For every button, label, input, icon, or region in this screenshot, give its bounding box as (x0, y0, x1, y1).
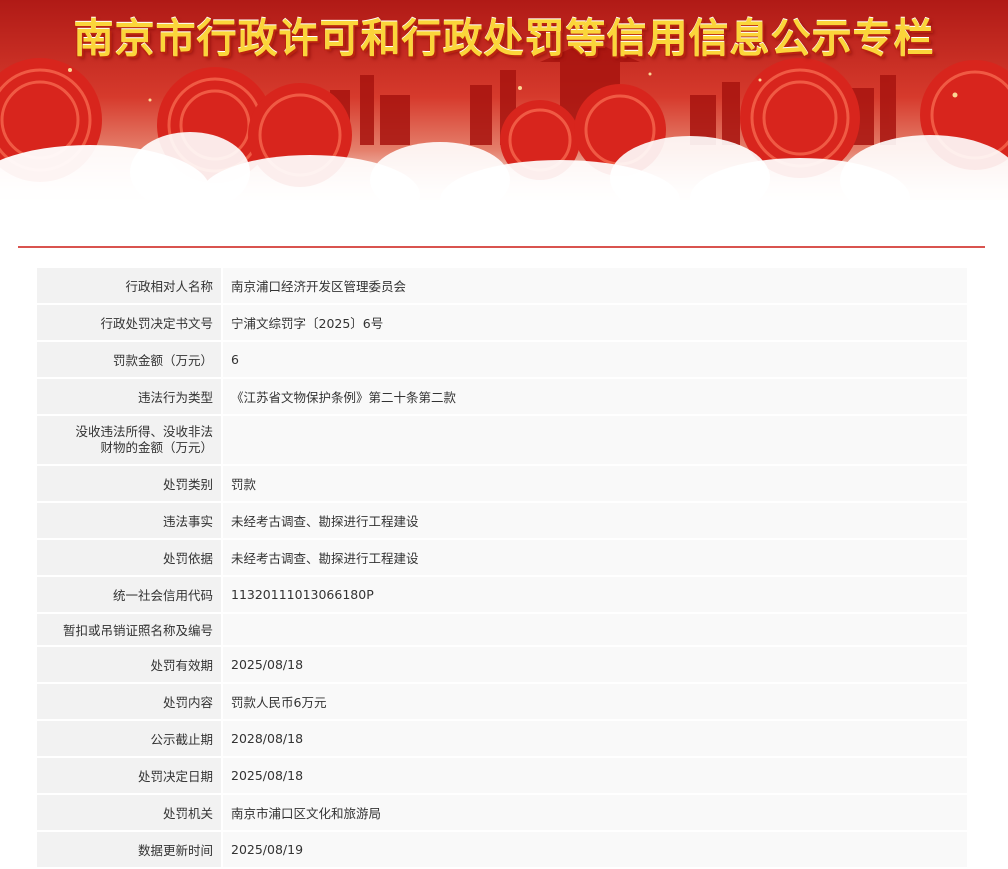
table-row: 处罚有效期 2025/08/18 (35, 645, 969, 684)
field-value: 未经考古调查、勘探进行工程建设 (221, 501, 969, 540)
field-label: 罚款金额（万元） (35, 340, 223, 379)
field-value: 2025/08/18 (221, 756, 969, 795)
penalty-info-table: 行政相对人名称 南京浦口经济开发区管理委员会 行政处罚决定书文号 宁浦文综罚字〔… (35, 266, 969, 869)
field-label: 暂扣或吊销证照名称及编号 (35, 612, 223, 647)
table-row: 处罚内容 罚款人民币6万元 (35, 682, 969, 721)
banner-title: 南京市行政许可和行政处罚等信用信息公示专栏 (73, 16, 935, 62)
table-row: 数据更新时间 2025/08/19 (35, 830, 969, 869)
table-row: 处罚决定日期 2025/08/18 (35, 756, 969, 795)
field-label-line: 财物的金额（万元） (100, 440, 213, 455)
field-value: 2025/08/19 (221, 830, 969, 869)
field-label: 数据更新时间 (35, 830, 223, 869)
field-label: 违法行为类型 (35, 377, 223, 416)
field-label: 处罚内容 (35, 682, 223, 721)
field-label: 行政相对人名称 (35, 266, 223, 305)
field-label: 处罚有效期 (35, 645, 223, 684)
table-row: 暂扣或吊销证照名称及编号 (35, 612, 969, 647)
table-row: 处罚类别 罚款 (35, 464, 969, 503)
table-row: 行政相对人名称 南京浦口经济开发区管理委员会 (35, 266, 969, 305)
field-label: 处罚决定日期 (35, 756, 223, 795)
section-divider (18, 246, 985, 248)
field-value: 未经考古调查、勘探进行工程建设 (221, 538, 969, 577)
field-label: 统一社会信用代码 (35, 575, 223, 614)
field-value (221, 414, 969, 466)
field-label: 处罚类别 (35, 464, 223, 503)
field-value: 南京浦口经济开发区管理委员会 (221, 266, 969, 305)
field-value: 2025/08/18 (221, 645, 969, 684)
field-label: 违法事实 (35, 501, 223, 540)
table-row: 违法事实 未经考古调查、勘探进行工程建设 (35, 501, 969, 540)
field-value: 宁浦文综罚字〔2025〕6号 (221, 303, 969, 342)
field-label: 处罚机关 (35, 793, 223, 832)
field-value: 南京市浦口区文化和旅游局 (221, 793, 969, 832)
field-value (221, 612, 969, 647)
field-label: 处罚依据 (35, 538, 223, 577)
field-label: 行政处罚决定书文号 (35, 303, 223, 342)
table-row: 罚款金额（万元） 6 (35, 340, 969, 379)
field-label: 公示截止期 (35, 719, 223, 758)
table-row: 统一社会信用代码 11320111013066180P (35, 575, 969, 614)
table-row: 违法行为类型 《江苏省文物保护条例》第二十条第二款 (35, 377, 969, 416)
field-value: 罚款人民币6万元 (221, 682, 969, 721)
table-row: 行政处罚决定书文号 宁浦文综罚字〔2025〕6号 (35, 303, 969, 342)
header-banner: 南京市行政许可和行政处罚等信用信息公示专栏 (0, 0, 1008, 215)
table-row: 没收违法所得、没收非法 财物的金额（万元） (35, 414, 969, 466)
field-value: 2028/08/18 (221, 719, 969, 758)
field-value: 6 (221, 340, 969, 379)
table-row: 处罚机关 南京市浦口区文化和旅游局 (35, 793, 969, 832)
field-value: 11320111013066180P (221, 575, 969, 614)
table-row: 处罚依据 未经考古调查、勘探进行工程建设 (35, 538, 969, 577)
field-value: 《江苏省文物保护条例》第二十条第二款 (221, 377, 969, 416)
field-value: 罚款 (221, 464, 969, 503)
field-label-line: 没收违法所得、没收非法 (75, 424, 213, 439)
field-label: 没收违法所得、没收非法 财物的金额（万元） (35, 414, 223, 466)
table-row: 公示截止期 2028/08/18 (35, 719, 969, 758)
